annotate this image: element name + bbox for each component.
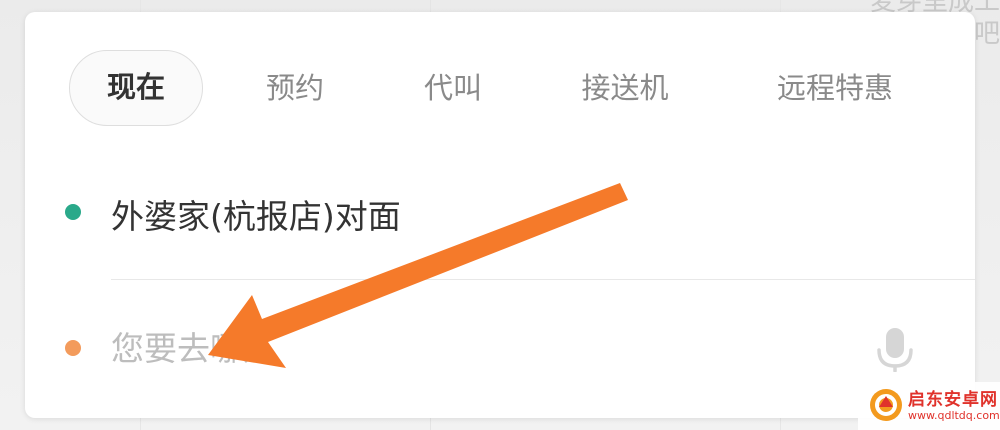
tab-reserve[interactable]: 预约 — [235, 50, 355, 126]
ride-request-card: 现在 预约 代叫 接送机 远程特惠 外婆家(杭报店)对面 — [25, 12, 975, 418]
origin-address[interactable]: 外婆家(杭报店)对面 — [111, 190, 401, 238]
microphone-icon[interactable] — [873, 326, 917, 372]
tab-call-for-others[interactable]: 代叫 — [393, 50, 513, 126]
destination-input[interactable] — [111, 324, 811, 372]
watermark-title: 启东安卓网 — [908, 390, 998, 410]
ride-type-tabs: 现在 预约 代叫 接送机 远程特惠 — [25, 50, 975, 126]
tab-long-distance-deal[interactable]: 远程特惠 — [755, 50, 915, 126]
watermark-logo-icon — [870, 389, 902, 421]
destination-dot-icon — [65, 340, 81, 356]
divider — [111, 279, 975, 280]
tab-airport-transfer[interactable]: 接送机 — [565, 50, 685, 126]
watermark-url: www.qdltdq.com — [908, 409, 1000, 422]
origin-dot-icon — [65, 204, 81, 220]
origin-row[interactable]: 外婆家(杭报店)对面 — [25, 182, 975, 242]
tab-now[interactable]: 现在 — [69, 50, 203, 126]
watermark: 启东安卓网 www.qdltdq.com — [858, 382, 1000, 430]
